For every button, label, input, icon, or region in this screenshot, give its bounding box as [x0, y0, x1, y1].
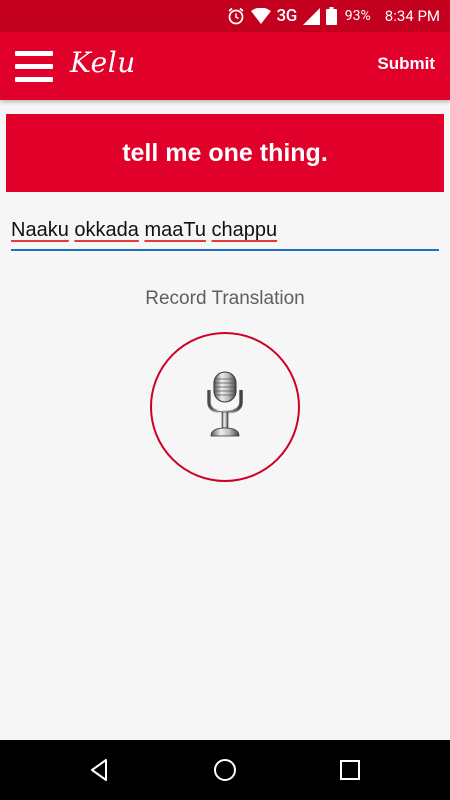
back-icon[interactable]	[86, 756, 114, 784]
home-icon[interactable]	[211, 756, 239, 784]
record-translation-label: Record Translation	[145, 288, 305, 309]
hamburger-menu-icon[interactable]	[15, 49, 53, 83]
network-type: 3G	[276, 6, 298, 26]
wifi-icon	[250, 7, 271, 25]
submit-button[interactable]: Submit	[377, 54, 435, 74]
status-icons: 3G 93% 8:34 PM	[227, 0, 440, 32]
battery-percent: 93%	[344, 8, 371, 24]
status-bar: 3G 93% 8:34 PM	[0, 0, 450, 32]
record-button[interactable]	[150, 332, 300, 482]
alarm-icon	[227, 7, 245, 25]
app-bar: Kelu Submit	[0, 32, 450, 100]
clock: 8:34 PM	[384, 7, 440, 25]
translation-text: Naaku okkada maaTu chappu	[11, 219, 277, 242]
translation-word: Naaku	[11, 219, 69, 241]
microphone-icon	[205, 370, 245, 444]
prompt-banner: tell me one thing.	[6, 114, 444, 192]
translation-word: maaTu	[144, 219, 206, 241]
system-nav-bar	[0, 740, 450, 800]
cell-signal-icon	[302, 7, 320, 25]
battery-icon	[325, 7, 337, 25]
translation-word: okkada	[74, 219, 139, 241]
translation-word: chappu	[211, 219, 278, 241]
app-logo: Kelu	[70, 46, 136, 79]
recent-apps-icon[interactable]	[336, 756, 364, 784]
prompt-text: tell me one thing.	[122, 138, 328, 167]
